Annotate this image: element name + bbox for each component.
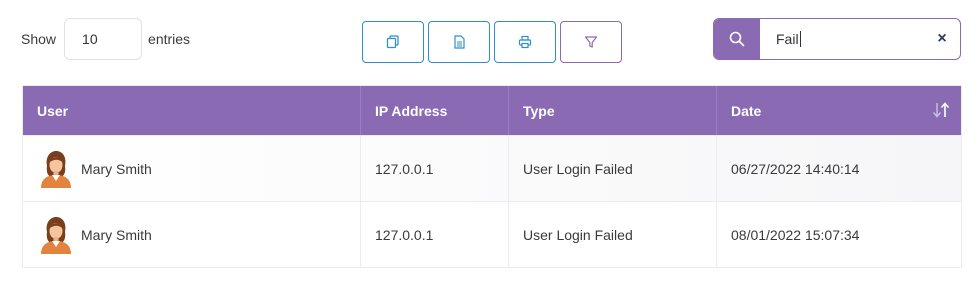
- ip-address: 127.0.0.1: [375, 160, 434, 177]
- event-type: User Login Failed: [523, 226, 633, 243]
- activity-table: User IP Address Type Date Mary Smith 127…: [22, 85, 962, 268]
- search-button[interactable]: [714, 19, 760, 59]
- show-label: Show: [21, 31, 57, 47]
- event-type: User Login Failed: [523, 160, 633, 177]
- column-header-label: Type: [523, 102, 555, 119]
- export-toolbar: [362, 21, 622, 63]
- user-name: Mary Smith: [81, 160, 152, 177]
- table-row[interactable]: Mary Smith 127.0.0.1 User Login Failed 0…: [23, 135, 961, 201]
- ip-cell: 127.0.0.1: [361, 202, 509, 267]
- user-avatar-icon: [41, 216, 71, 254]
- text-caret: [799, 31, 801, 47]
- table-row[interactable]: Mary Smith 127.0.0.1 User Login Failed 0…: [23, 201, 961, 267]
- search-icon: [729, 31, 745, 47]
- column-header-date[interactable]: Date: [717, 86, 961, 135]
- activity-log-page: Show 10 entries Fail × User IP Address T…: [0, 0, 980, 283]
- sort-icon: [932, 102, 950, 118]
- copy-icon: [386, 35, 399, 49]
- document-icon: [454, 35, 465, 49]
- entries-label: entries: [148, 31, 191, 47]
- table-header: User IP Address Type Date: [23, 86, 961, 135]
- print-button[interactable]: [494, 21, 556, 63]
- event-date: 06/27/2022 14:40:14: [731, 160, 860, 177]
- print-icon: [518, 35, 532, 49]
- column-header-label: User: [37, 102, 69, 119]
- column-header-type[interactable]: Type: [509, 86, 717, 135]
- clear-search-button[interactable]: ×: [924, 19, 960, 59]
- page-length-value: 10: [82, 31, 98, 47]
- date-cell: 06/27/2022 14:40:14: [717, 136, 961, 201]
- column-header-ip[interactable]: IP Address: [361, 86, 509, 135]
- filter-button[interactable]: [560, 21, 622, 63]
- user-avatar-icon: [41, 150, 71, 188]
- column-header-label: IP Address: [375, 102, 448, 119]
- user-name: Mary Smith: [81, 226, 152, 243]
- search-input[interactable]: Fail: [760, 19, 924, 59]
- event-date: 08/01/2022 15:07:34: [731, 226, 860, 243]
- type-cell: User Login Failed: [509, 136, 717, 201]
- user-cell: Mary Smith: [23, 202, 361, 267]
- search-input-value: Fail: [776, 31, 799, 47]
- search-box: Fail ×: [713, 18, 961, 60]
- user-cell: Mary Smith: [23, 136, 361, 201]
- copy-button[interactable]: [362, 21, 424, 63]
- page-length-select[interactable]: 10: [64, 18, 143, 60]
- page-length-control: Show 10 entries: [21, 18, 190, 60]
- filter-icon: [584, 36, 598, 48]
- ip-cell: 127.0.0.1: [361, 136, 509, 201]
- ip-address: 127.0.0.1: [375, 226, 434, 243]
- type-cell: User Login Failed: [509, 202, 717, 267]
- csv-button[interactable]: [428, 21, 490, 63]
- column-header-user[interactable]: User: [23, 86, 361, 135]
- column-header-label: Date: [731, 102, 762, 119]
- close-icon: ×: [937, 30, 947, 47]
- date-cell: 08/01/2022 15:07:34: [717, 202, 961, 267]
